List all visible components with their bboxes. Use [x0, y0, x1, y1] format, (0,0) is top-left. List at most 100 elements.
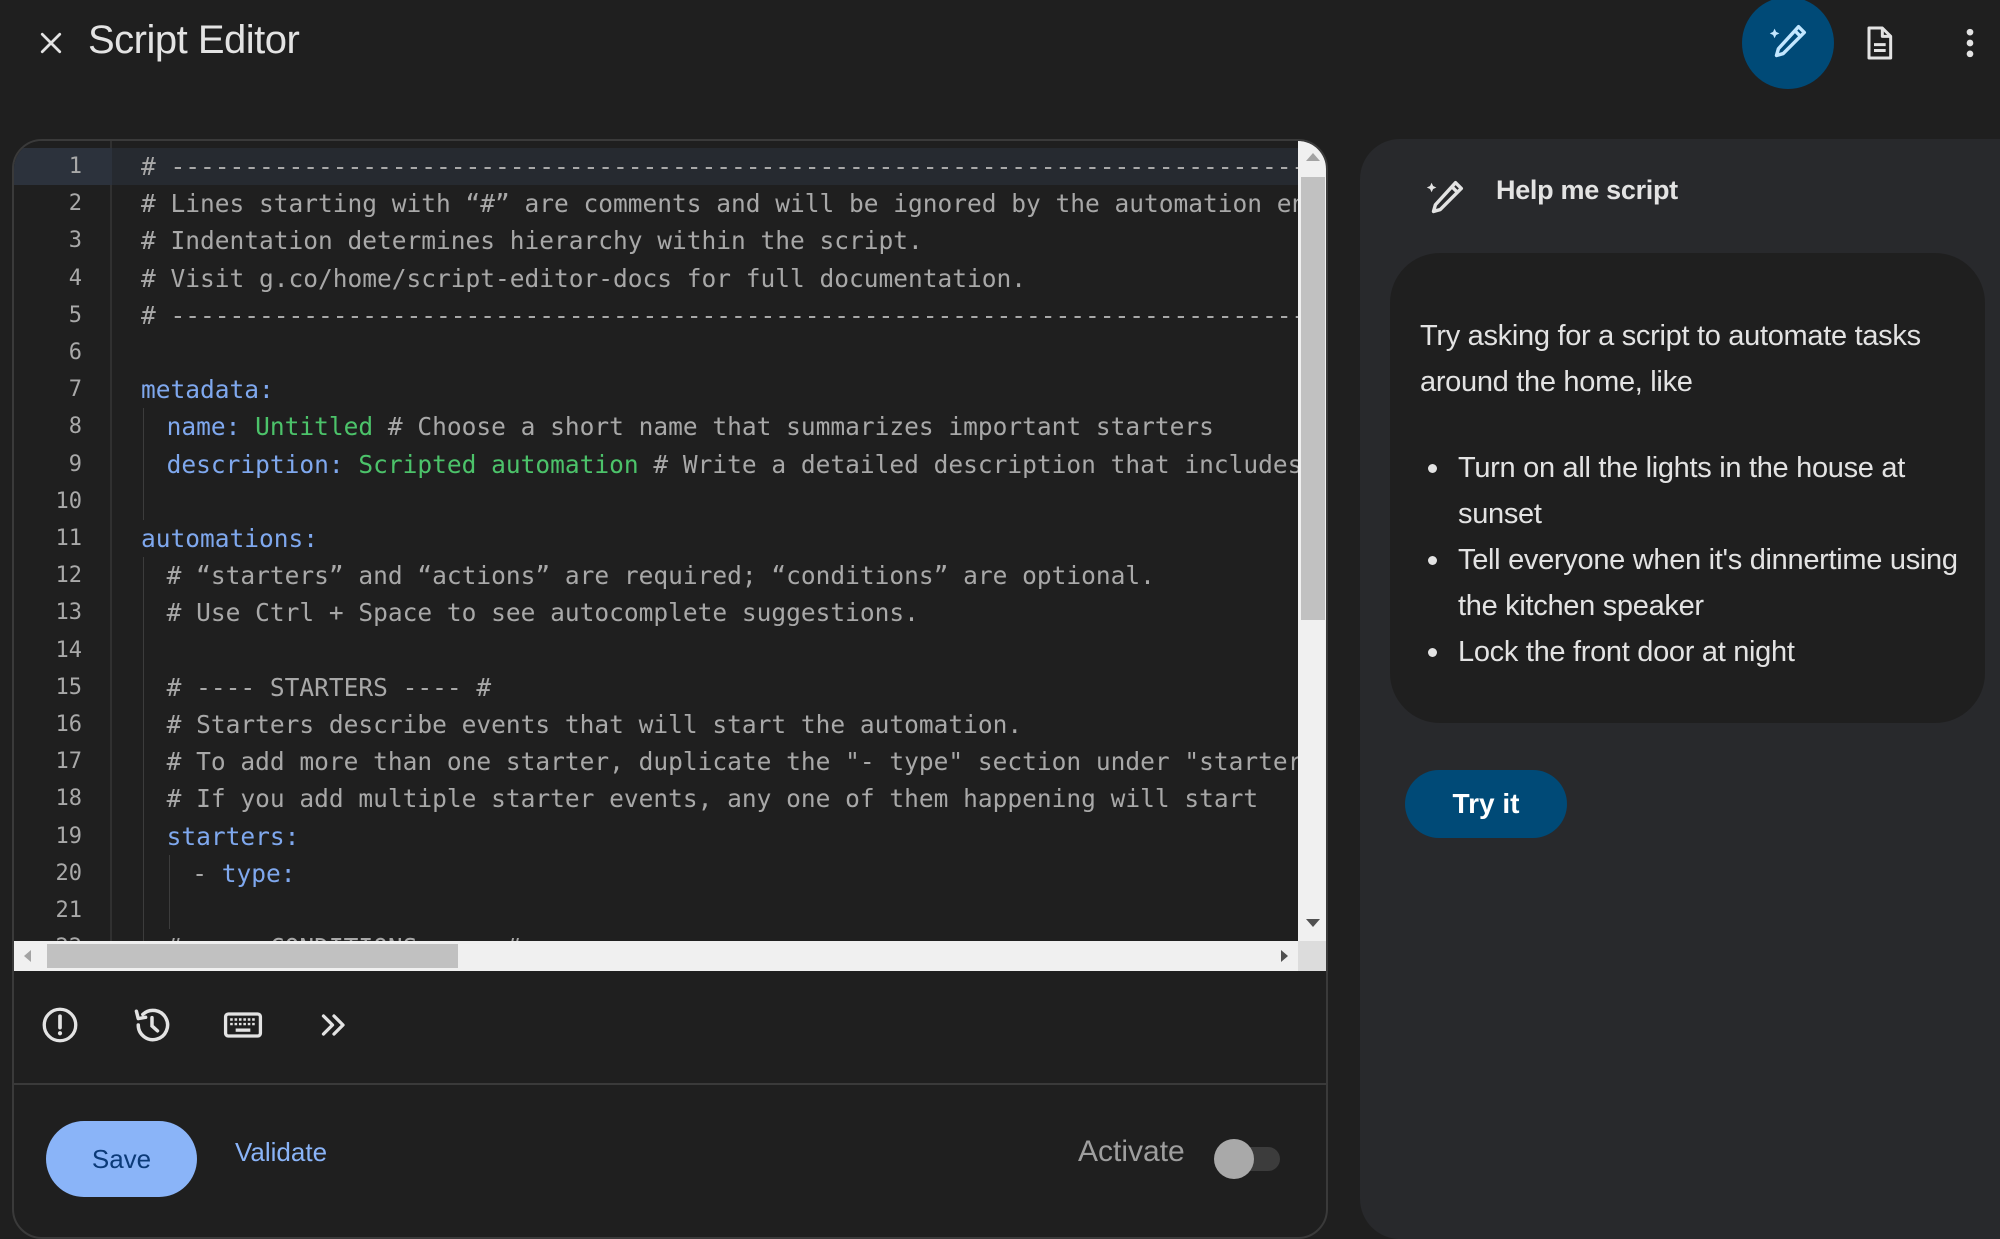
code-line[interactable]: 21: [14, 892, 1298, 929]
code-line[interactable]: 13 # Use Ctrl + Space to see autocomplete…: [14, 594, 1298, 631]
code-line[interactable]: 2 # Lines starting with “#” are comments …: [14, 185, 1298, 222]
code-text: # ---- STARTERS ---- #: [167, 669, 492, 706]
suggestions-list: Turn on all the lights in the house at s…: [1420, 445, 1965, 675]
code-text: # ---- CONDITIONS ---- #: [167, 929, 521, 941]
code-line[interactable]: 17 # To add more than one starter, duplic…: [14, 743, 1299, 780]
suggestion-item: Lock the front door at night: [1420, 629, 1965, 675]
yaml-key: automations:: [141, 524, 319, 553]
activate-toggle[interactable]: [1214, 1139, 1284, 1179]
pen-sparkle-icon: [1769, 24, 1807, 58]
line-number: 3: [68, 228, 82, 254]
suggestion-text: Lock the front door at night: [1458, 636, 1795, 668]
code-comment: # To add more than one starter, duplicat…: [166, 747, 1298, 777]
code-text: description: Scripted automation # Write…: [167, 446, 1298, 483]
yaml-key: metadata:: [141, 375, 274, 405]
line-number: 12: [55, 563, 83, 589]
more-options-button[interactable]: [1947, 20, 1993, 66]
code-text: name: Untitled # Choose a short name tha…: [167, 408, 1214, 445]
bullet-icon: [1428, 464, 1437, 473]
code-line[interactable]: 4 # Visit g.co/home/script-editor-docs fo…: [14, 260, 1298, 297]
scroll-right-arrow-icon[interactable]: [1281, 950, 1288, 962]
help-me-script-toggle[interactable]: [1742, 0, 1834, 89]
double-chevron-right-icon: [321, 1014, 345, 1036]
code-line[interactable]: 6: [14, 334, 1298, 371]
code-text: # If you add multiple starter events, an…: [167, 780, 1259, 817]
suggestion-text: Tell everyone when it's dinnertime using…: [1458, 544, 1958, 622]
code-line[interactable]: 8 name: Untitled # Choose a short name th…: [14, 408, 1298, 445]
code-comment: # --------------------------------------…: [141, 152, 1298, 181]
code-comment: # ---- CONDITIONS ---- #: [167, 933, 521, 941]
yaml-key: description:: [166, 449, 344, 479]
code-line[interactable]: 7 metadata:: [14, 371, 1298, 408]
code-comment: # Write a detailed description that incl…: [638, 449, 1298, 479]
vertical-scrollbar[interactable]: [1298, 141, 1326, 941]
code-text: # Indentation determines hierarchy withi…: [141, 222, 923, 259]
line-number: 2: [68, 191, 82, 217]
expand-button[interactable]: [310, 1001, 358, 1049]
code-line[interactable]: 3 # Indentation determines hierarchy with…: [14, 222, 1298, 259]
line-number: 9: [68, 451, 82, 477]
app-header: Script Editor: [0, 0, 2000, 100]
code-editor[interactable]: 1 # -------------------------------------…: [14, 141, 1298, 941]
code-line[interactable]: 1 # -------------------------------------…: [14, 148, 1298, 186]
horizontal-scrollbar[interactable]: [14, 941, 1298, 971]
help-me-script-title: Help me script: [1496, 175, 1678, 205]
save-button[interactable]: Save: [46, 1121, 197, 1197]
line-number: 1: [14, 148, 112, 186]
line-number: 19: [55, 823, 83, 849]
suggestion-item: Turn on all the lights in the house at s…: [1420, 445, 1965, 537]
problems-button[interactable]: [36, 1001, 84, 1049]
code-line[interactable]: 22 # ---- CONDITIONS ---- #: [14, 929, 1298, 941]
line-number: 7: [68, 377, 82, 403]
code-text: starters:: [167, 818, 300, 855]
scroll-left-arrow-icon[interactable]: [24, 950, 31, 962]
keyboard-shortcuts-button[interactable]: [219, 1001, 267, 1049]
history-icon: [134, 1008, 170, 1042]
line-number: 13: [55, 600, 83, 626]
keyboard-icon: [223, 1012, 263, 1038]
code-text: # Visit g.co/home/script-editor-docs for…: [141, 260, 1026, 297]
line-number: 6: [68, 340, 82, 365]
code-line[interactable]: 5 # -------------------------------------…: [14, 297, 1298, 334]
code-line[interactable]: 12 # “starters” and “actions” are require…: [14, 557, 1298, 594]
code-text: # To add more than one starter, duplicat…: [167, 743, 1298, 780]
documentation-button[interactable]: [1856, 20, 1902, 66]
code-line[interactable]: 15 # ---- STARTERS ---- #: [14, 669, 1298, 706]
line-number: 8: [68, 414, 82, 440]
code-line[interactable]: 11 automations:: [14, 520, 1298, 557]
code-line[interactable]: 14: [14, 632, 1298, 669]
script-editor-panel: 1 # -------------------------------------…: [12, 139, 1328, 1239]
bullet-icon: [1428, 556, 1437, 565]
vertical-scrollbar-thumb[interactable]: [1301, 177, 1325, 620]
line-number: 4: [68, 265, 82, 291]
code-line[interactable]: 9 description: Scripted automation # Writ…: [14, 446, 1298, 483]
code-line[interactable]: 16 # Starters describe events that will s…: [14, 706, 1298, 743]
yaml-value: Scripted automation: [343, 449, 639, 479]
suggestion-text: Turn on all the lights in the house at s…: [1458, 452, 1905, 530]
code-line[interactable]: 19 starters:: [14, 818, 1298, 855]
history-button[interactable]: [128, 1001, 176, 1049]
pen-sparkle-icon: [1426, 180, 1464, 214]
line-number: 11: [55, 526, 83, 551]
yaml-key: starters:: [166, 821, 300, 851]
try-it-button[interactable]: Try it: [1405, 770, 1567, 838]
horizontal-scrollbar-thumb[interactable]: [47, 944, 458, 968]
more-vert-icon: [1966, 28, 1974, 58]
toggle-knob: [1214, 1139, 1254, 1179]
code-text: - type:: [192, 855, 295, 892]
code-line[interactable]: 20 - type:: [14, 855, 1298, 892]
code-comment: # Choose a short name that summarizes im…: [373, 412, 1214, 442]
close-button[interactable]: [30, 22, 72, 64]
yaml-value: Untitled: [240, 412, 374, 442]
document-icon: [1867, 26, 1893, 60]
code-text: # Lines starting with “#” are comments a…: [141, 185, 1298, 222]
scroll-up-arrow-icon[interactable]: [1306, 153, 1320, 161]
validate-button[interactable]: Validate: [235, 1137, 327, 1168]
line-number: 10: [55, 488, 83, 514]
indent-guide: [168, 854, 170, 930]
code-line[interactable]: 18 # If you add multiple starter events, …: [14, 780, 1298, 817]
code-text: metadata:: [141, 371, 274, 408]
code-text: # “starters” and “actions” are required;…: [167, 557, 1155, 594]
scroll-down-arrow-icon[interactable]: [1306, 919, 1320, 927]
code-line[interactable]: 10: [14, 483, 1298, 520]
